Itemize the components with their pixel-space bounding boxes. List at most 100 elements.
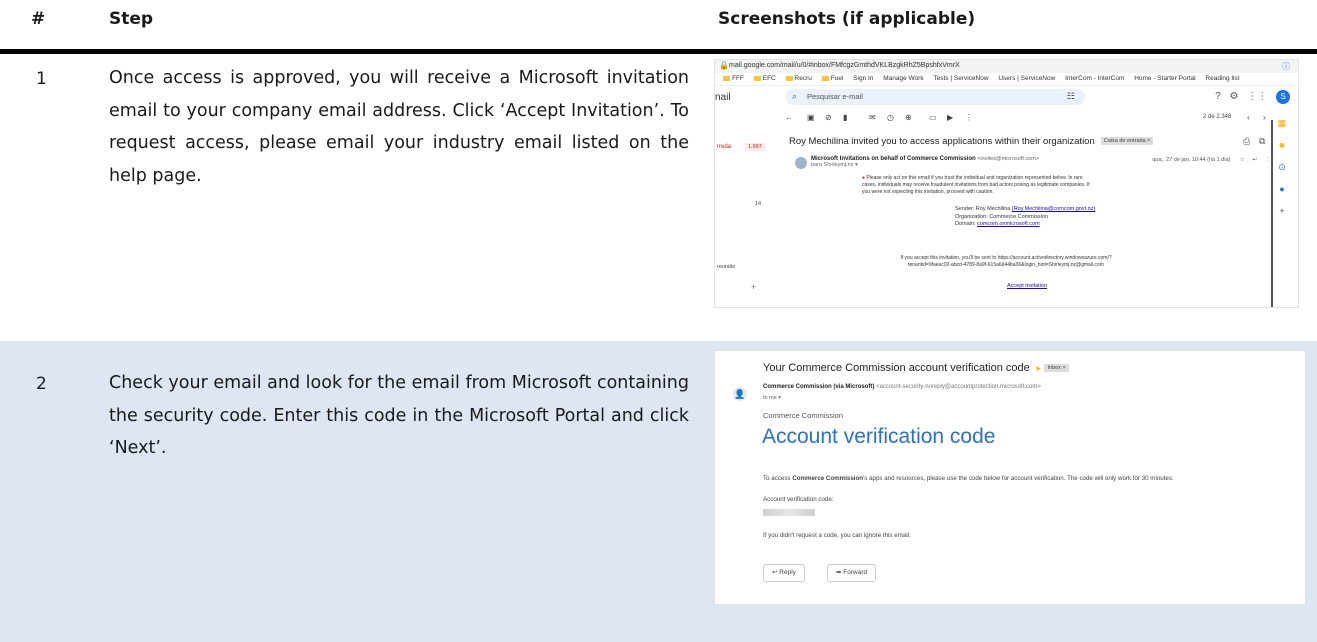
forward-button[interactable]: ➦ Forward [827, 564, 877, 582]
step-text: Check your email and look for the email … [109, 373, 689, 458]
bookmark: Manage Work [883, 75, 924, 82]
email-from: Commerce Commission (via Microsoft) <acc… [763, 384, 1041, 390]
search-placeholder: Pesquisar e-mail [807, 92, 863, 101]
importance-icon: ➤ [1034, 364, 1042, 373]
reply-icon: ↩ [1252, 157, 1257, 163]
bookmark: Sign In [853, 75, 874, 82]
from-address: <account-security-noreply@accountprotect… [876, 384, 1041, 390]
count-label: 14 [755, 201, 762, 207]
warning-text: ● Please only act on this email if you t… [862, 175, 1092, 196]
sidebar-label: rreda [717, 144, 732, 150]
bookmark: Fuel [821, 75, 843, 82]
bookmark: Recru [785, 75, 812, 82]
code-label: Account verification code: [763, 496, 834, 503]
bookmark: Tests | ServiceNow [933, 75, 989, 82]
warning-body: Please only act on this email if you tru… [862, 175, 1090, 195]
email-subject: Roy Mechilina invited you to access appl… [789, 136, 1154, 147]
gmail-sidebar: rreda 1.997 14 reunião + [715, 112, 777, 307]
email-from: Microsoft Invitations on behalf of Comme… [811, 156, 1039, 168]
search-box: ⌕ Pesquisar e-mail ☷ [785, 89, 1085, 105]
accept-info-text: If you accept this invitation, you'll be… [900, 255, 1112, 268]
to-line: to me ▾ [763, 395, 782, 401]
add-icon: + [1279, 206, 1285, 216]
redacted-code [763, 509, 815, 516]
email-title: Account verification code [762, 425, 996, 448]
keep-icon: ■ [1279, 140, 1285, 150]
sender-avatar-icon: 👤 [733, 387, 747, 401]
task-icon: ⊕ [905, 113, 912, 122]
bookmark: Users | ServiceNow [998, 75, 1056, 82]
print-icon: ⎙ [1243, 136, 1251, 146]
subject-text: Roy Mechilina invited you to access appl… [789, 136, 1095, 147]
snooze-icon: ◷ [887, 113, 894, 122]
pager: 2 de 2.348 [1203, 114, 1232, 120]
filter-icon: ☷ [1066, 91, 1075, 101]
invitation-details: Sender: Roy Mechilina (Roy.Mechilina@com… [955, 206, 1096, 227]
step-number: 2 [36, 374, 47, 394]
more-vert-icon: ⋮ [1264, 157, 1271, 163]
gmail-invitation-screenshot: 🔒 mail.google.com/mail/u/0/#inbox/FMfcgz… [714, 59, 1299, 308]
date-text: qua., 27 de jan. 10:44 (há 1 dia) [1152, 157, 1231, 163]
unread-badge: 1.997 [745, 143, 765, 151]
delete-icon: ▮ [843, 113, 848, 122]
top-icons: ? ⚙ ⋮⋮ S [1215, 90, 1290, 104]
header-screenshots: Screenshots (if applicable) [718, 9, 976, 29]
bookmark: EFC [753, 75, 776, 82]
open-new-icon: ⧉ [1259, 136, 1266, 146]
back-icon: ← [785, 113, 793, 122]
search-icon: ⌕ [792, 91, 798, 101]
next-icon: › [1263, 113, 1266, 122]
from-address: <invites@microsoft.com> [977, 156, 1040, 162]
org-name: Commerce Commission [763, 411, 844, 420]
bookmark: FFF [723, 75, 744, 82]
inbox-tag: Inbox × [1044, 364, 1069, 373]
help-icon: ? [1215, 91, 1221, 102]
header-step: Step [109, 9, 154, 29]
inbox-tag: Caixa de entrada × [1100, 137, 1154, 146]
subject-text: Your Commerce Commission account verific… [763, 362, 1030, 374]
add-icon: + [751, 282, 757, 292]
scrollbar [1271, 120, 1273, 307]
step-number: 1 [36, 69, 47, 89]
contacts-icon: ● [1279, 184, 1285, 194]
email-body: To access Commerce Commission's apps and… [763, 475, 1174, 482]
more-icon: ⋮ [965, 113, 973, 122]
ignore-text: If you didn't request a code, you can ig… [763, 532, 911, 539]
header-rule [0, 49, 1317, 54]
archive-icon: ▣ [807, 113, 815, 122]
url-text: mail.google.com/mail/u/0/#inbox/FMfcgzGm… [729, 62, 960, 69]
to-line: para Shirleymj.nz ▾ [811, 162, 858, 168]
from-name: Commerce Commission (via Microsoft) [763, 384, 875, 390]
prev-icon: ‹ [1247, 113, 1250, 122]
message-toolbar: ← ▣ ⊘ ▮ ✉ ◷ ⊕ ▭ ▶ ⋮ 2 de 2.348 ‹ › [777, 112, 1282, 126]
email-subject: Your Commerce Commission account verific… [763, 362, 1069, 374]
move-icon: ▭ [929, 113, 937, 122]
reply-icon: ↩ [772, 569, 778, 576]
email-date: qua., 27 de jan. 10:44 (há 1 dia) ☆ ↩ ⋮ [1152, 157, 1270, 163]
info-icon: ⓘ [1282, 62, 1290, 71]
step-text: Once access is approved, you will receiv… [109, 68, 689, 186]
reading-list: Reading list [1205, 75, 1240, 82]
gmail-label: nail [715, 92, 731, 103]
bookmark: Home - Starter Portal [1134, 75, 1196, 82]
table-header: # Step Screenshots (if applicable) [0, 0, 1317, 46]
label-icon: ▶ [947, 113, 954, 122]
header-number: # [31, 9, 46, 29]
calendar-icon: ▦ [1277, 118, 1287, 128]
star-icon: ☆ [1239, 157, 1245, 163]
settings-icon: ⚙ [1229, 91, 1239, 102]
report-icon: ⊘ [825, 113, 832, 122]
bookmark: InterCom - InterCom [1065, 75, 1125, 82]
avatar: S [1276, 90, 1290, 104]
verification-email-screenshot: Your Commerce Commission account verific… [714, 350, 1306, 605]
accept-invitation-link[interactable]: Accept invitation [1007, 283, 1047, 289]
sender-avatar [795, 157, 807, 169]
lock-icon: 🔒 [719, 61, 729, 70]
gmail-topbar: nail ⌕ Pesquisar e-mail ☷ ? ⚙ ⋮⋮ S [715, 86, 1298, 108]
tasks-icon: ⊙ [1278, 162, 1286, 172]
mail-icon: ✉ [869, 113, 876, 122]
forward-icon: ➦ [836, 569, 842, 576]
reply-button[interactable]: ↩ Reply [763, 564, 805, 582]
browser-address-bar: 🔒 mail.google.com/mail/u/0/#inbox/FMfcgz… [715, 60, 1298, 73]
side-panel-rail: ▦ ■ ⊙ ● + [1275, 112, 1289, 307]
